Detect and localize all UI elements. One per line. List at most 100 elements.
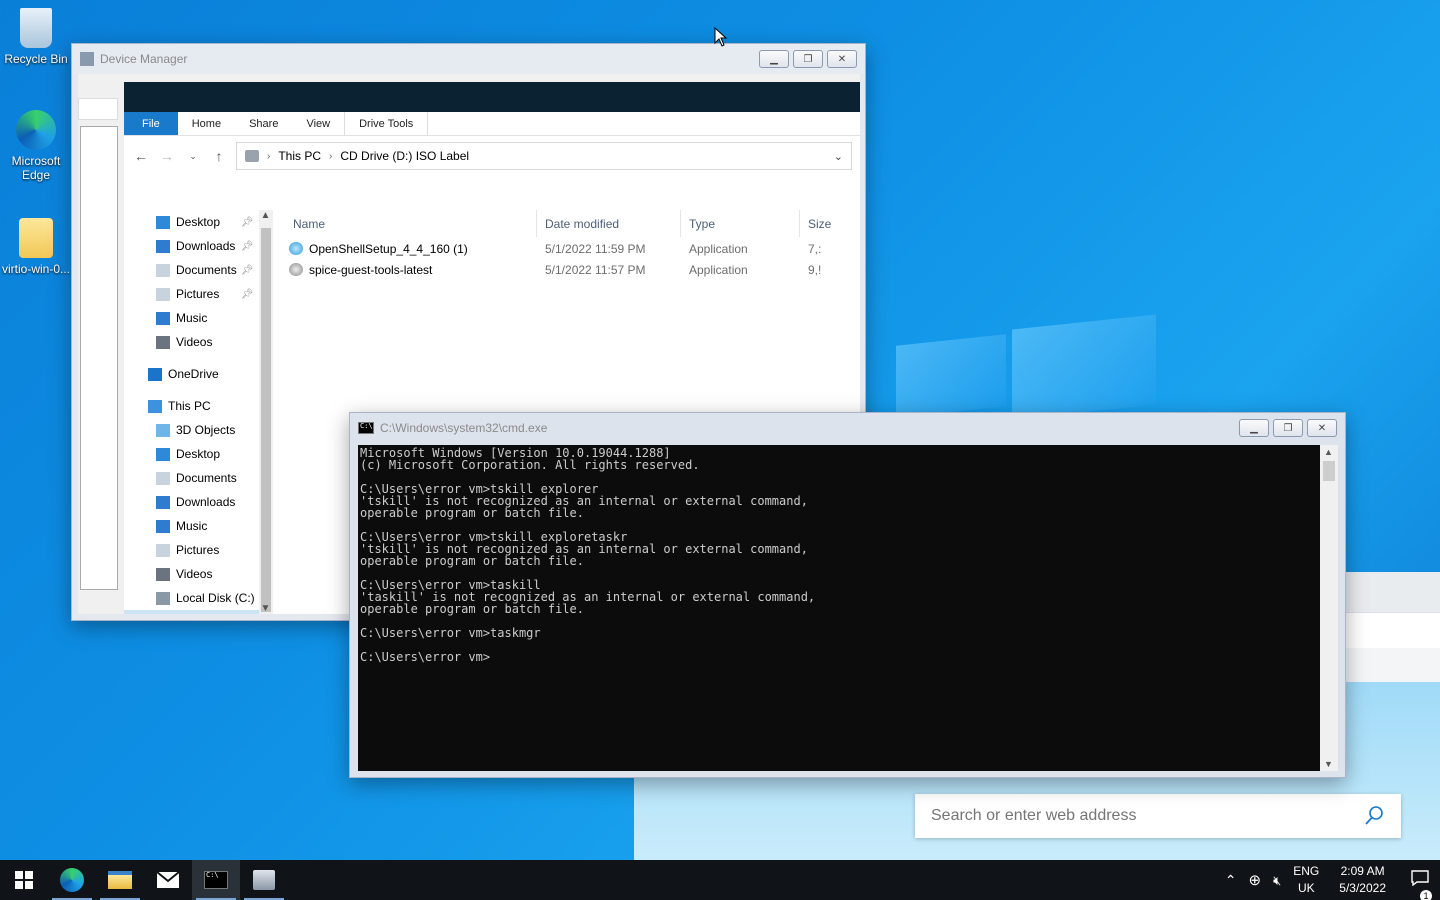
notification-center-button[interactable]: 1: [1400, 869, 1440, 900]
file-row[interactable]: spice-guest-tools-latest 5/1/2022 11:57 P…: [273, 259, 860, 280]
nav-item[interactable]: Documents 📌︎: [124, 258, 259, 282]
column-size[interactable]: Size: [800, 210, 860, 237]
forward-arrow-icon[interactable]: →: [158, 148, 176, 164]
mouse-cursor-icon: [714, 27, 728, 47]
tab-file[interactable]: File: [124, 112, 178, 135]
tab-drive-tools[interactable]: Drive Tools: [344, 112, 429, 135]
nav-item-label: OneDrive: [168, 367, 219, 381]
nav-item[interactable]: OneDrive: [124, 362, 259, 386]
nav-item[interactable]: Documents: [124, 466, 259, 490]
desktop-icon-virtio[interactable]: virtio-win-0...: [0, 218, 72, 276]
nav-item[interactable]: Videos: [124, 330, 259, 354]
recent-dropdown-icon[interactable]: ⌄: [184, 151, 202, 162]
web-search-box[interactable]: [915, 794, 1401, 838]
taskbar-edge[interactable]: [48, 860, 96, 900]
pin-icon[interactable]: 📌︎: [241, 265, 254, 276]
breadcrumb-this-pc[interactable]: This PC: [278, 149, 321, 163]
volume-muted-icon[interactable]: 🔇︎: [1267, 872, 1287, 889]
nav-item[interactable]: Downloads: [124, 490, 259, 514]
nav-item[interactable]: Music: [124, 306, 259, 330]
device-manager-toolbar: [78, 98, 118, 120]
close-button[interactable]: ✕: [1307, 419, 1337, 437]
desktop-icon-label: Recycle Bin: [4, 52, 68, 66]
network-globe-icon[interactable]: ⊕: [1242, 872, 1267, 889]
taskbar-device-manager[interactable]: [240, 860, 288, 900]
nav-item-label: Videos: [176, 567, 213, 581]
navigation-pane[interactable]: Desktop 📌︎ Downloads 📌︎ Documents 📌︎ Pictures 📌…: [124, 210, 260, 614]
nav-item[interactable]: Local Disk (C:): [124, 586, 259, 610]
nav-item[interactable]: Pictures 📌︎: [124, 282, 259, 306]
nav-item-label: Documents: [176, 471, 237, 485]
console-output[interactable]: Microsoft Windows [Version 10.0.19044.12…: [358, 445, 1320, 771]
maximize-button[interactable]: ❐: [1273, 419, 1303, 437]
start-button[interactable]: [0, 860, 48, 900]
taskbar-mail[interactable]: [144, 860, 192, 900]
minimize-button[interactable]: ▁: [759, 50, 789, 68]
column-date-modified[interactable]: Date modified: [537, 210, 681, 237]
scroll-up-icon[interactable]: ▲: [1324, 447, 1333, 457]
scroll-down-icon[interactable]: ▼: [260, 603, 270, 614]
cmd-icon: [358, 422, 374, 434]
ribbon-tabs: File Home Share View Drive Tools: [124, 112, 860, 136]
maximize-button[interactable]: ❐: [793, 50, 823, 68]
file-name-cell: OpenShellSetup_4_4_160 (1): [273, 242, 537, 256]
clock[interactable]: 2:09 AM 5/3/2022: [1325, 863, 1400, 897]
search-icon[interactable]: [1363, 805, 1385, 827]
chevron-down-icon[interactable]: ⌄: [834, 150, 843, 163]
console-scrollbar[interactable]: ▲ ▼: [1320, 445, 1338, 771]
wallpaper-logo-pane: [896, 334, 1006, 418]
application-icon: [289, 263, 303, 276]
back-arrow-icon[interactable]: ←: [132, 148, 150, 164]
nav-item[interactable]: Desktop 📌︎: [124, 210, 259, 234]
scroll-down-icon[interactable]: ▼: [1324, 759, 1333, 769]
this-pc-icon: [148, 399, 162, 413]
file-size-cell: 7,:: [808, 241, 822, 256]
device-manager-titlebar[interactable]: Device Manager ▁ ❐ ✕: [72, 44, 865, 74]
cd-drive-icon: [245, 150, 259, 162]
navigation-scrollbar[interactable]: ▲ ▼: [259, 210, 273, 614]
up-arrow-icon[interactable]: ↑: [210, 148, 228, 164]
pin-icon[interactable]: 📌︎: [241, 241, 254, 252]
scroll-up-icon[interactable]: ▲: [260, 210, 270, 221]
language-indicator[interactable]: ENG UK: [1287, 863, 1325, 897]
nav-item[interactable]: Videos: [124, 562, 259, 586]
device-tree[interactable]: [80, 126, 118, 590]
web-search-input[interactable]: [931, 807, 1363, 825]
recycle-bin-icon: [20, 8, 52, 48]
close-button[interactable]: ✕: [827, 50, 857, 68]
windows-logo-icon: [15, 871, 33, 889]
cmd-window[interactable]: C:\Windows\system32\cmd.exe ▁ ❐ ✕ Micros…: [349, 412, 1346, 778]
minimize-button[interactable]: ▁: [1239, 419, 1269, 437]
column-name[interactable]: Name: [273, 210, 537, 237]
tab-home[interactable]: Home: [178, 112, 235, 135]
device-manager-content: [78, 74, 124, 614]
scrollbar-thumb[interactable]: [1323, 461, 1335, 481]
nav-item-label: Pictures: [176, 287, 220, 301]
tab-share[interactable]: Share: [235, 112, 292, 135]
nav-item[interactable]: CD Drive (D:) ISC: [124, 610, 260, 614]
scrollbar-thumb[interactable]: [261, 228, 272, 612]
desktop-icon-edge[interactable]: Microsoft Edge: [0, 110, 72, 182]
pin-icon[interactable]: 📌︎: [241, 289, 254, 300]
tab-view[interactable]: View: [292, 112, 344, 135]
breadcrumb-cd-drive[interactable]: CD Drive (D:) ISO Label: [340, 149, 469, 163]
nav-item[interactable]: Music: [124, 514, 259, 538]
address-bar[interactable]: › This PC › CD Drive (D:) ISO Label ⌄: [236, 142, 852, 170]
nav-item[interactable]: Downloads 📌︎: [124, 234, 259, 258]
chevron-up-icon[interactable]: ⌃: [1219, 872, 1243, 889]
nav-item[interactable]: Pictures: [124, 538, 259, 562]
taskbar-file-explorer[interactable]: [96, 860, 144, 900]
clock-time: 2:09 AM: [1340, 864, 1385, 878]
nav-item[interactable]: 3D Objects: [124, 418, 259, 442]
taskbar-cmd[interactable]: [192, 860, 240, 900]
music-icon: [156, 519, 170, 533]
taskbar: ⌃ ⊕ 🔇︎ ENG UK 2:09 AM 5/3/2022 1: [0, 860, 1440, 900]
nav-item-label: Pictures: [176, 543, 220, 557]
pin-icon[interactable]: 📌︎: [241, 217, 254, 228]
column-type[interactable]: Type: [681, 210, 800, 237]
file-row[interactable]: OpenShellSetup_4_4_160 (1) 5/1/2022 11:59…: [273, 238, 860, 259]
desktop-icon-recycle-bin[interactable]: Recycle Bin: [0, 8, 72, 66]
nav-item[interactable]: Desktop: [124, 442, 259, 466]
nav-item[interactable]: This PC: [124, 394, 259, 418]
cmd-titlebar[interactable]: C:\Windows\system32\cmd.exe ▁ ❐ ✕: [350, 413, 1345, 443]
